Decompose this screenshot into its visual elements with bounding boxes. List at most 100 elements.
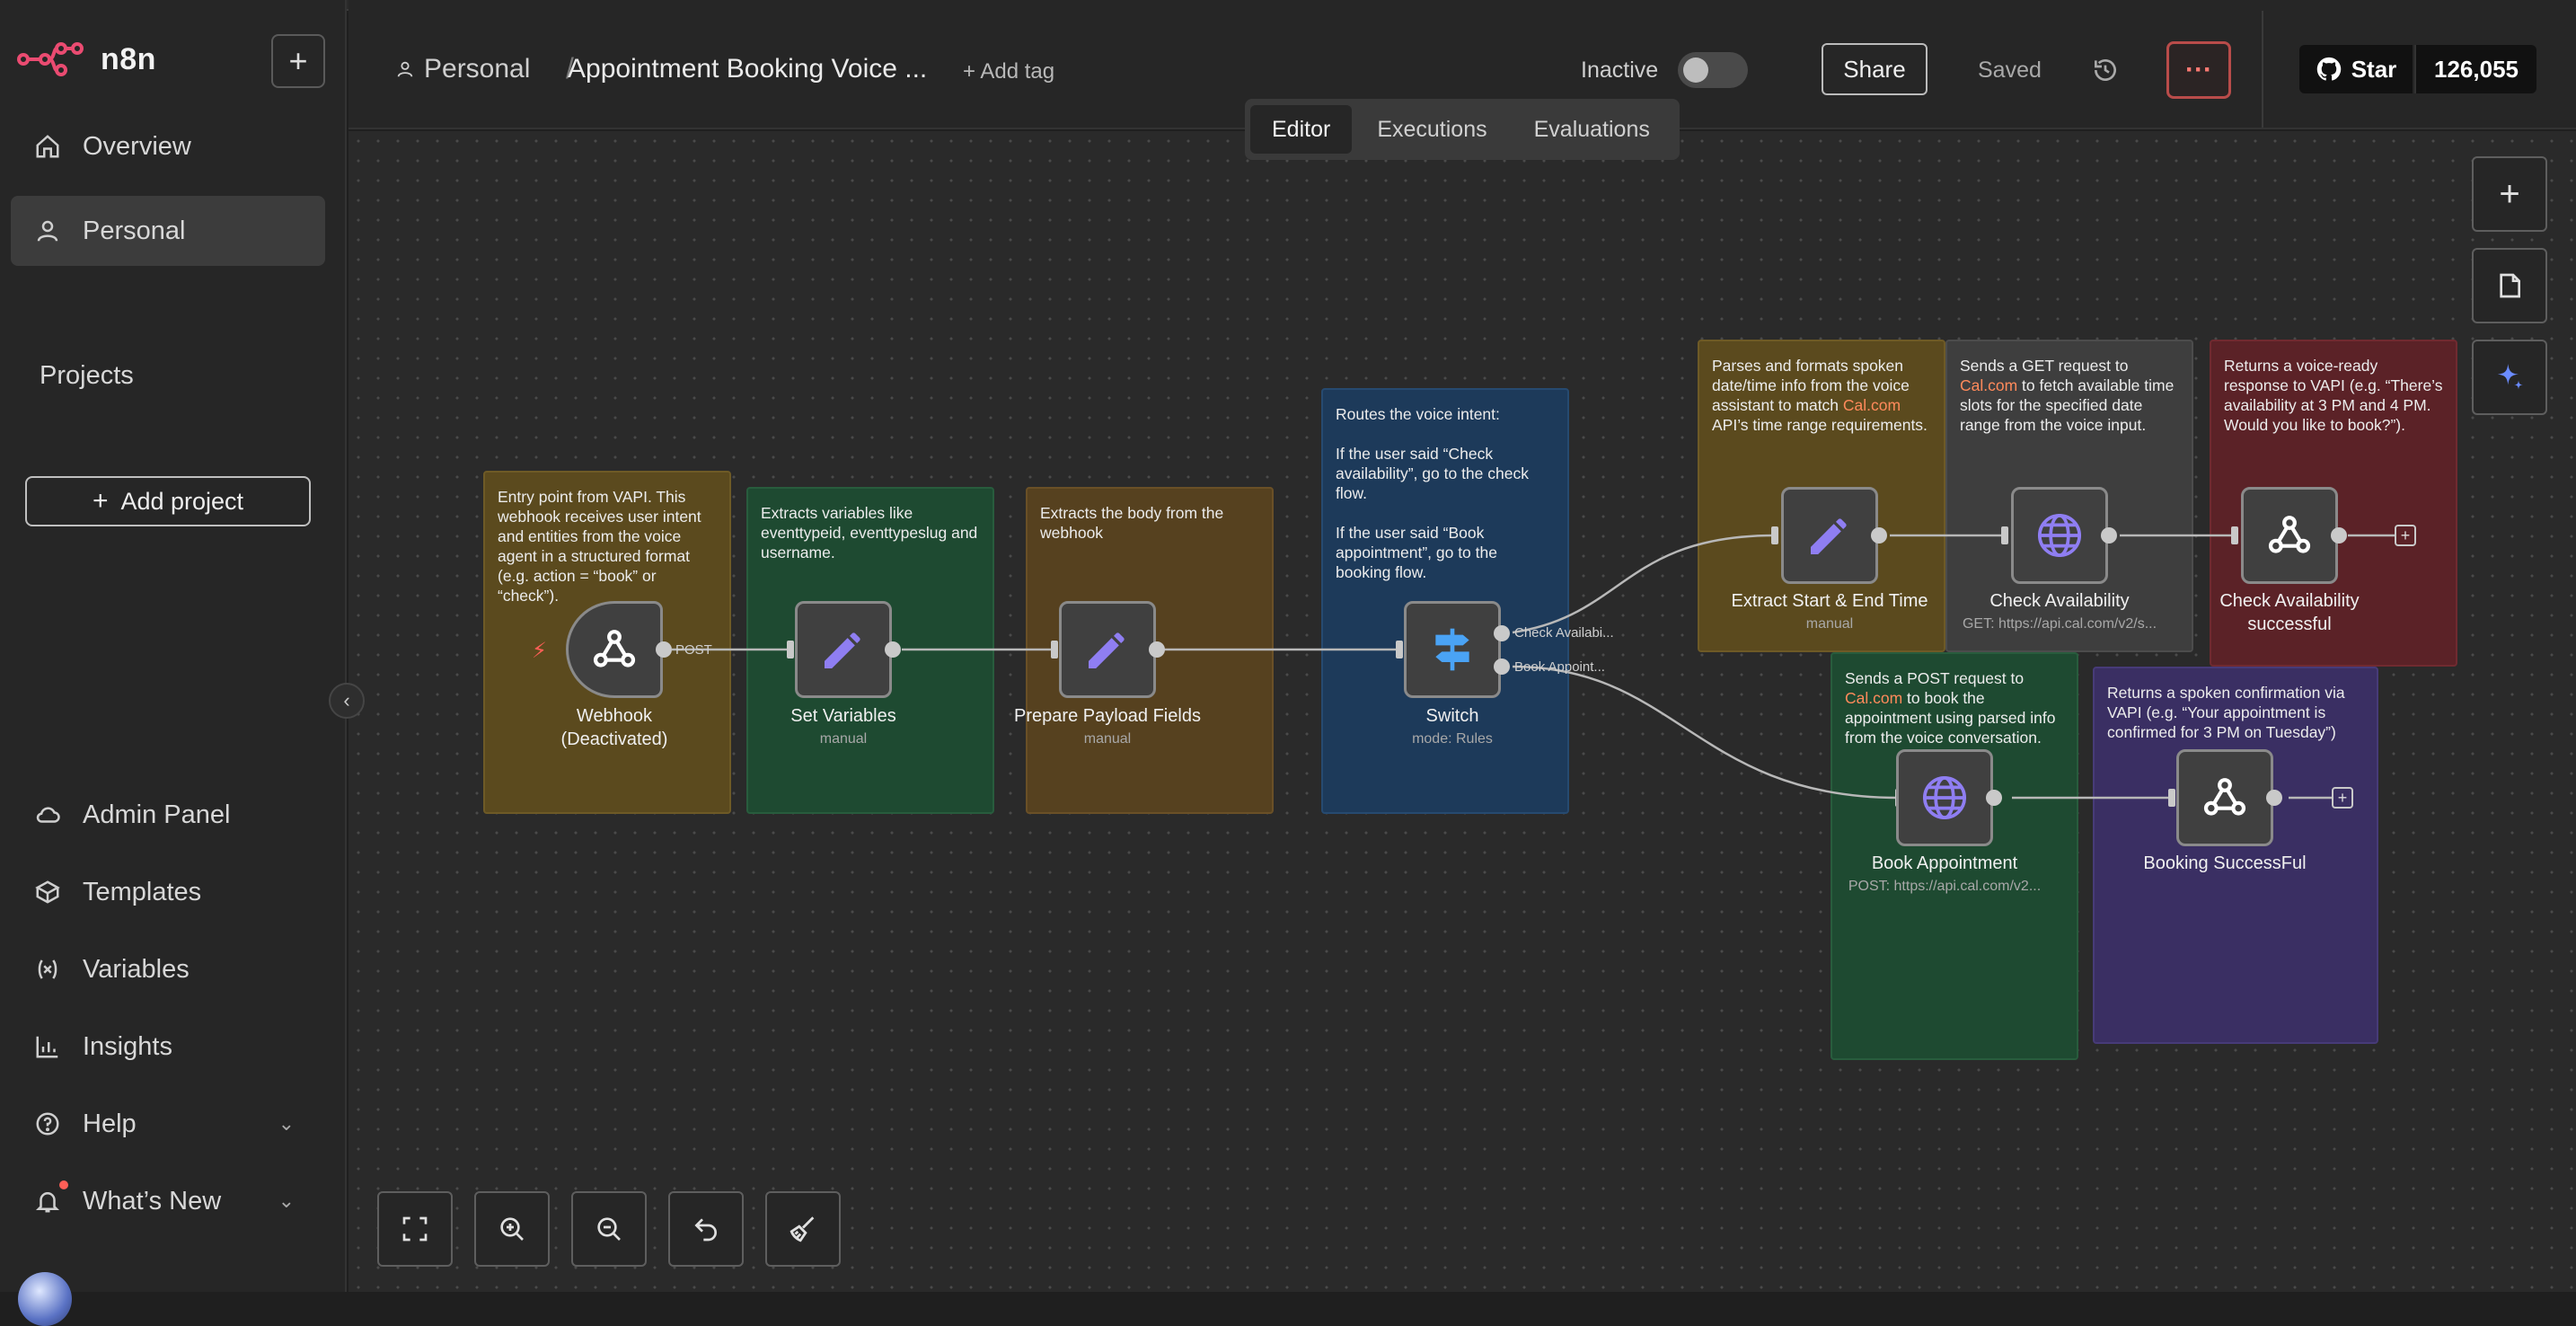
plus-icon: +: [2400, 526, 2411, 544]
breadcrumb-project-label: Personal: [424, 54, 531, 84]
sidebar-item-label: Variables: [83, 954, 190, 984]
home-icon: [36, 135, 59, 158]
sidebar-item-label: Templates: [83, 877, 202, 906]
node-booking-successful[interactable]: [2176, 749, 2273, 846]
undo-button[interactable]: [668, 1191, 744, 1267]
node-check-availability-successful[interactable]: [2241, 487, 2338, 584]
sidebar-item-label: What’s New: [83, 1186, 222, 1216]
node-subtitle: POST: https://api.cal.com/v2...: [1848, 879, 2042, 894]
sidebar-item-personal[interactable]: Personal: [11, 196, 325, 266]
node-check-availability[interactable]: [2011, 487, 2108, 584]
sidebar-item-whats-new[interactable]: What’s New ⌄: [11, 1166, 325, 1236]
create-button[interactable]: +: [271, 34, 325, 88]
add-tag-button[interactable]: + Add tag: [963, 59, 1054, 84]
node-extract-start-end-time[interactable]: [1781, 487, 1878, 584]
input-handle[interactable]: [2231, 526, 2238, 544]
input-handle[interactable]: [1396, 641, 1403, 659]
add-project-button[interactable]: + Add project: [25, 476, 311, 526]
output-handle[interactable]: [656, 641, 672, 658]
zoom-in-button[interactable]: [474, 1191, 550, 1267]
output-handle[interactable]: [885, 641, 901, 658]
sticky-note-button[interactable]: [2472, 248, 2547, 323]
input-handle[interactable]: [2001, 526, 2008, 544]
tab-editor[interactable]: Editor: [1250, 105, 1353, 154]
webhook-icon: [593, 630, 636, 667]
add-node-button[interactable]: +: [2395, 525, 2416, 546]
tab-executions[interactable]: Executions: [1355, 105, 1508, 154]
globe-icon: [1922, 775, 1967, 820]
more-options-button[interactable]: ···: [2166, 41, 2231, 99]
toggle-knob: [1683, 57, 1708, 83]
zoom-out-button[interactable]: [571, 1191, 647, 1267]
sidebar-item-label: Help: [83, 1109, 137, 1138]
tidy-up-button[interactable]: [765, 1191, 841, 1267]
chevron-down-icon: ⌄: [278, 1112, 295, 1135]
sparkle-icon: [2497, 364, 2523, 390]
chart-icon: [36, 1036, 58, 1058]
github-star-button[interactable]: Star: [2299, 45, 2413, 93]
note-icon: [2500, 273, 2520, 298]
node-prepare-payload-fields[interactable]: [1059, 601, 1156, 698]
node-label: Webhook (Deactivated): [560, 706, 668, 749]
variable-icon: [38, 959, 57, 979]
add-node-panel-button[interactable]: +: [2472, 156, 2547, 232]
saved-status: Saved: [1978, 57, 2042, 83]
undo-icon: [694, 1218, 717, 1242]
input-handle[interactable]: [1051, 641, 1058, 659]
ellipsis-icon: ···: [2185, 55, 2212, 84]
output-handle[interactable]: [2266, 790, 2282, 806]
output-handle-book[interactable]: [1494, 659, 1510, 675]
zoom-in-icon: [500, 1217, 524, 1241]
trigger-bolt-icon: ⚡: [532, 639, 547, 663]
input-handle[interactable]: [787, 641, 794, 659]
globe-icon: [2037, 513, 2082, 558]
logo[interactable]: n8n: [16, 41, 156, 77]
fit-view-button[interactable]: [377, 1191, 453, 1267]
history-icon[interactable]: [2091, 56, 2120, 84]
avatar[interactable]: [18, 1272, 72, 1326]
node-switch[interactable]: [1404, 601, 1501, 698]
node-subtitle: manual: [819, 731, 868, 747]
output-label: POST: [675, 642, 712, 658]
node-label: Set Variables: [790, 706, 896, 726]
github-star-count[interactable]: 126,055: [2414, 45, 2536, 93]
sidebar-item-admin-panel[interactable]: Admin Panel: [11, 780, 325, 850]
sidebar-item-insights[interactable]: Insights: [11, 1012, 325, 1082]
notification-dot: [59, 1180, 68, 1189]
sidebar-item-variables[interactable]: Variables: [11, 934, 325, 1004]
sidebar-item-help[interactable]: Help ⌄: [11, 1089, 325, 1159]
pencil-icon: [1089, 632, 1125, 668]
box-icon: [35, 880, 60, 904]
input-handle[interactable]: [2168, 789, 2175, 807]
output-handle[interactable]: [1149, 641, 1165, 658]
node-label: Switch: [1425, 706, 1479, 726]
input-handle[interactable]: [1771, 526, 1778, 544]
plus-icon: +: [2337, 789, 2348, 807]
node-label: Booking SuccessFul: [2143, 853, 2307, 873]
pencil-icon: [1811, 518, 1847, 554]
sidebar-item-templates[interactable]: Templates: [11, 857, 325, 927]
output-handle-check[interactable]: [1494, 625, 1510, 641]
broom-icon: [790, 1216, 815, 1242]
active-status-label: Inactive: [1581, 57, 1659, 83]
output-handle[interactable]: [1986, 790, 2002, 806]
node-subtitle: GET: https://api.cal.com/v2/s...: [1962, 616, 2157, 632]
collapse-sidebar-button[interactable]: ‹: [329, 683, 365, 719]
sidebar-item-overview[interactable]: Overview: [11, 111, 325, 181]
node-book-appointment[interactable]: [1896, 749, 1993, 846]
node-webhook[interactable]: [566, 601, 663, 698]
output-handle[interactable]: [2101, 527, 2117, 544]
add-node-button[interactable]: +: [2332, 787, 2353, 809]
output-handle[interactable]: [2331, 527, 2347, 544]
ai-assistant-button[interactable]: [2472, 340, 2547, 415]
node-set-variables[interactable]: [795, 601, 892, 698]
share-button[interactable]: Share: [1822, 43, 1928, 95]
tab-evaluations[interactable]: Evaluations: [1513, 105, 1672, 154]
output-handle[interactable]: [1871, 527, 1887, 544]
workflow-title[interactable]: Appointment Booking Voice ...: [568, 54, 927, 84]
breadcrumb-project[interactable]: Personal: [395, 54, 530, 84]
active-toggle[interactable]: [1678, 52, 1748, 88]
sidebar-item-label: Insights: [83, 1031, 172, 1061]
github-icon: [2316, 57, 2341, 81]
workflow-canvas[interactable]: Entry point from VAPI. This webhook rece…: [348, 131, 2576, 1292]
